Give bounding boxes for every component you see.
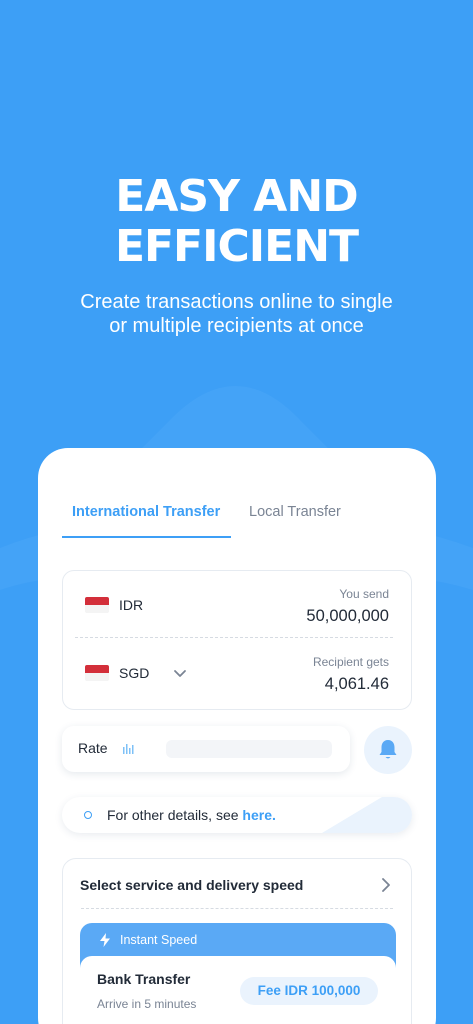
hero-title-line-1: EASY AND: [115, 171, 358, 222]
chevron-down-icon[interactable]: [173, 667, 187, 681]
chevron-right-icon[interactable]: [379, 877, 393, 893]
tab-local-transfer[interactable]: Local Transfer: [249, 504, 341, 538]
receive-currency-code[interactable]: SGD: [119, 665, 149, 681]
flag-indonesia-icon: [85, 597, 109, 613]
currency-exchange-box: IDR You send 50,000,000 SGD Recipient ge…: [62, 570, 412, 710]
info-text: For other details, see here.: [107, 807, 276, 823]
info-circle-icon: [84, 811, 92, 819]
hero-subtitle-line-2: or multiple recipients at once: [109, 315, 364, 337]
exchange-rate-box: Rate: [62, 726, 350, 772]
fee-badge: Fee IDR 100,000: [240, 977, 378, 1005]
delivery-time: Arrive in 5 minutes: [97, 997, 197, 1011]
flag-singapore-icon: [85, 665, 109, 681]
rate-alert-button[interactable]: [364, 726, 412, 774]
active-tab-indicator: [62, 536, 231, 538]
send-amount-input[interactable]: 50,000,000: [306, 607, 389, 626]
bank-transfer-option[interactable]: Bank Transfer Arrive in 5 minutes Fee ID…: [80, 956, 396, 1024]
hero-subtitle: Create transactions online to single or …: [40, 290, 433, 338]
bell-icon: [379, 740, 397, 759]
transfer-tabs: International Transfer Local Transfer: [62, 504, 412, 538]
hero-title: EASY AND EFFICIENT: [0, 172, 473, 272]
send-label: You send: [339, 587, 389, 601]
instant-speed-option[interactable]: Instant Speed Bank Transfer Arrive in 5 …: [80, 923, 396, 1024]
service-title[interactable]: Select service and delivery speed: [80, 877, 303, 893]
rate-label: Rate: [78, 740, 108, 756]
rate-value-placeholder: [166, 740, 332, 758]
banner-decoration: [322, 797, 412, 833]
lightning-icon: [100, 933, 110, 947]
hero-subtitle-line-1: Create transactions online to single: [80, 291, 393, 313]
service-divider: [81, 908, 393, 909]
speed-label: Instant Speed: [120, 933, 198, 947]
info-message: For other details, see: [107, 807, 243, 823]
send-currency-code[interactable]: IDR: [119, 597, 143, 613]
transfer-card: International Transfer Local Transfer ID…: [38, 448, 436, 1024]
bar-chart-icon: [123, 744, 134, 754]
receive-label: Recipient gets: [312, 655, 389, 669]
receive-amount-input[interactable]: 4,061.46: [325, 675, 389, 694]
tab-international-transfer[interactable]: International Transfer: [72, 504, 220, 538]
exchange-divider: [75, 637, 393, 638]
info-here-link[interactable]: here.: [242, 807, 275, 823]
bank-transfer-title: Bank Transfer: [97, 971, 191, 987]
hero-title-line-2: EFFICIENT: [114, 221, 359, 272]
info-banner: For other details, see here.: [62, 797, 412, 833]
service-selection-box: Select service and delivery speed Instan…: [62, 858, 412, 1024]
